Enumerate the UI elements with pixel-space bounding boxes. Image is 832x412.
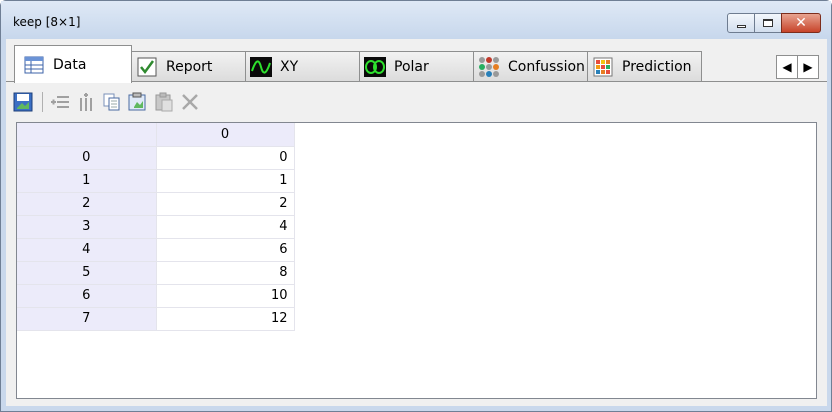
- header-row: 0: [17, 123, 295, 147]
- tab-scroll-right-button[interactable]: ▶: [797, 55, 819, 79]
- tab-label: Prediction: [622, 58, 692, 75]
- table-cell[interactable]: 8: [156, 261, 295, 285]
- checkbox-icon: [136, 57, 158, 77]
- window-title: keep [8×1]: [13, 15, 81, 29]
- table-row: 4 6: [17, 238, 295, 262]
- paste-button[interactable]: [152, 90, 176, 114]
- tab-scroll-left-button[interactable]: ◀: [776, 55, 798, 79]
- tab-label: Data: [53, 56, 87, 73]
- table-cell[interactable]: 0: [156, 146, 295, 170]
- table-row: 7 12: [17, 307, 295, 331]
- tab-confussion[interactable]: Confussion: [473, 51, 588, 81]
- row-header[interactable]: 1: [17, 169, 157, 193]
- table-row: 3 4: [17, 215, 295, 239]
- tab-report[interactable]: Report: [131, 51, 246, 81]
- toolbar: [11, 89, 204, 115]
- table-row: 2 2: [17, 192, 295, 216]
- minimize-button[interactable]: [727, 13, 755, 33]
- polar-plot-icon: [364, 56, 386, 77]
- row-header[interactable]: 6: [17, 284, 157, 308]
- tab-label: XY: [280, 58, 299, 75]
- tab-scroll: ◀ ▶: [776, 55, 819, 79]
- title-bar[interactable]: keep [8×1] ✕: [1, 1, 831, 39]
- paste-special-icon: [128, 92, 146, 111]
- maximize-button[interactable]: [754, 13, 782, 33]
- tab-data[interactable]: Data: [14, 45, 132, 83]
- table-row: 6 10: [17, 284, 295, 308]
- table-cell[interactable]: 12: [156, 307, 295, 331]
- paste-icon: [155, 92, 173, 112]
- row-header[interactable]: 2: [17, 192, 157, 216]
- save-button[interactable]: [11, 90, 35, 114]
- tab-label: Report: [166, 58, 213, 75]
- save-icon: [13, 92, 33, 112]
- delete-button[interactable]: [178, 90, 202, 114]
- tab-label: Confussion: [508, 58, 585, 75]
- tab-label: Polar: [394, 58, 429, 75]
- table-icon: [23, 55, 45, 75]
- tab-strip: Data Report XY Polar Confussion Predicti…: [6, 39, 827, 83]
- data-table: 0 0 0 1 1 2 2 3 4 4 6 5 8 6 10 7 12: [17, 123, 295, 331]
- row-header[interactable]: 3: [17, 215, 157, 239]
- corner-cell[interactable]: [17, 123, 157, 147]
- table-row: 0 0: [17, 146, 295, 170]
- row-header[interactable]: 4: [17, 238, 157, 262]
- row-header[interactable]: 5: [17, 261, 157, 285]
- tab-prediction[interactable]: Prediction: [587, 51, 702, 81]
- table-cell[interactable]: 2: [156, 192, 295, 216]
- add-row-button[interactable]: [48, 90, 72, 114]
- toolbar-separator: [42, 92, 43, 112]
- table-cell[interactable]: 4: [156, 215, 295, 239]
- add-row-icon: [51, 96, 69, 108]
- arrow-left-icon: ◀: [782, 60, 792, 74]
- add-column-button[interactable]: [74, 90, 98, 114]
- copy-button[interactable]: [100, 90, 124, 114]
- maximize-icon: [763, 19, 773, 27]
- tab-xy[interactable]: XY: [245, 51, 360, 81]
- copy-icon: [103, 93, 120, 111]
- sine-wave-icon: [250, 56, 272, 77]
- table-cell[interactable]: 6: [156, 238, 295, 262]
- table-cell[interactable]: 1: [156, 169, 295, 193]
- table-cell[interactable]: 10: [156, 284, 295, 308]
- row-header[interactable]: 0: [17, 146, 157, 170]
- minimize-icon: [736, 24, 746, 28]
- tab-polar[interactable]: Polar: [359, 51, 474, 81]
- window-controls: ✕: [727, 13, 821, 33]
- arrow-right-icon: ▶: [803, 60, 813, 74]
- delete-icon: [182, 94, 198, 110]
- add-column-icon: [80, 93, 92, 111]
- paste-special-button[interactable]: [126, 90, 150, 114]
- dot-matrix-icon: [478, 56, 500, 77]
- data-grid[interactable]: 0 0 0 1 1 2 2 3 4 4 6 5 8 6 10 7 12: [16, 122, 817, 399]
- row-header[interactable]: 7: [17, 307, 157, 331]
- close-icon: ✕: [795, 15, 807, 31]
- close-button[interactable]: ✕: [781, 13, 821, 33]
- client-area: Data Report XY Polar Confussion Predicti…: [6, 39, 827, 406]
- heatmap-grid-icon: [592, 57, 614, 77]
- table-row: 1 1: [17, 169, 295, 193]
- app-window: keep [8×1] ✕ Data Report XY Polar Confus…: [0, 0, 832, 412]
- table-row: 5 8: [17, 261, 295, 285]
- column-header[interactable]: 0: [156, 123, 295, 147]
